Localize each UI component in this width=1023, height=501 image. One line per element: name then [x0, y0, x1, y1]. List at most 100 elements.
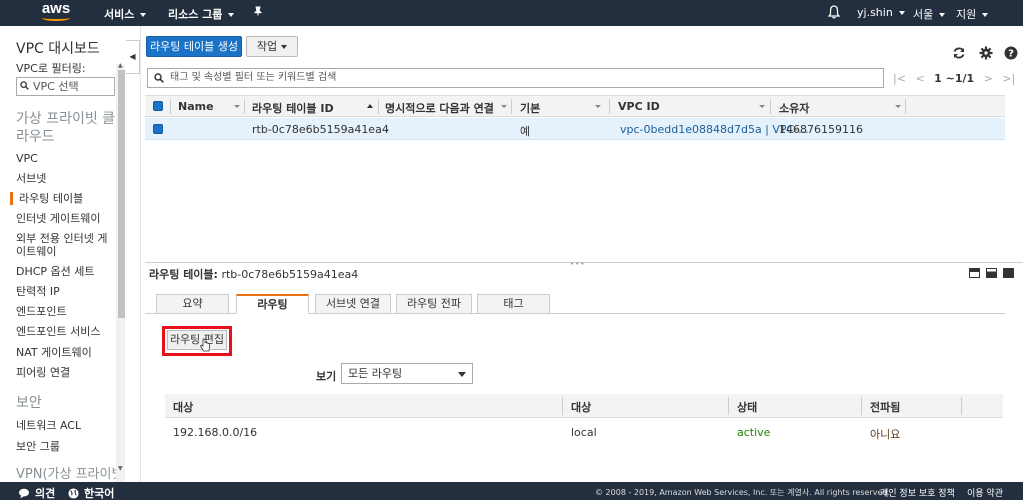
- user-menu[interactable]: yj.shin: [857, 6, 905, 19]
- detail-title: 라우팅 테이블: rtb-0c78e6b5159a41ea4: [149, 268, 359, 281]
- gear-icon[interactable]: [979, 46, 993, 60]
- privacy-policy-link[interactable]: 개인 정보 보호 정책: [880, 486, 955, 499]
- vpc-filter-select[interactable]: VPC 선택: [16, 77, 115, 96]
- edit-routes-button[interactable]: 라우팅 편집: [167, 330, 227, 350]
- pin-icon[interactable]: [253, 5, 263, 18]
- column-header-explicit-association[interactable]: 명시적으로 다음과 연결: [385, 100, 494, 116]
- sidebar-item-network-acl[interactable]: 네트워크 ACL: [16, 419, 116, 432]
- first-page-icon[interactable]: |<: [893, 72, 906, 85]
- sidebar-item-egress-only-gateway[interactable]: 외부 전용 인터넷 게이트웨이: [16, 232, 116, 258]
- sidebar-title[interactable]: VPC 대시보드: [16, 38, 100, 58]
- filter-search-input[interactable]: 태그 및 속성별 필터 또는 키워드별 검색: [147, 68, 884, 88]
- column-header-route-table-id[interactable]: 라우팅 테이블 ID: [252, 100, 334, 116]
- sidebar-item-route-tables[interactable]: 라우팅 테이블: [10, 192, 110, 205]
- search-icon: [154, 73, 164, 83]
- column-header-vpc-id[interactable]: VPC ID: [618, 100, 660, 113]
- page-range: 1 ~1/1: [934, 72, 975, 85]
- table-header: Name 라우팅 테이블 ID 명시적으로 다음과 연결 기본 VPC ID 소…: [145, 95, 1005, 117]
- aws-smile-icon: [42, 15, 70, 21]
- top-navigation: aws 서비스 리소스 그룹 yj.shin 서울 지원: [0, 0, 1023, 26]
- column-header-destination: 대상: [173, 401, 194, 414]
- sidebar-item-subnets[interactable]: 서브넷: [16, 172, 116, 185]
- aws-logo[interactable]: aws: [38, 1, 74, 24]
- vpc-filter-label: VPC로 필터링:: [16, 62, 86, 75]
- terms-link[interactable]: 이용 약관: [967, 486, 1003, 499]
- region-menu[interactable]: 서울: [913, 6, 946, 22]
- view-label: 보기: [316, 370, 337, 383]
- actions-button[interactable]: 작업: [246, 36, 298, 57]
- create-route-table-button[interactable]: 라우팅 테이블 생성: [146, 36, 242, 57]
- resource-groups-menu[interactable]: 리소스 그룹: [168, 6, 235, 22]
- services-menu[interactable]: 서비스: [104, 6, 147, 22]
- splitter-grip-icon[interactable]: •••: [570, 260, 585, 268]
- sidebar-scroll-thumb[interactable]: [118, 70, 125, 318]
- help-icon[interactable]: ?: [1004, 46, 1018, 60]
- sort-caret-icon[interactable]: [595, 105, 601, 108]
- sidebar-item-security-groups[interactable]: 보안 그룹: [16, 440, 116, 453]
- bell-icon[interactable]: [828, 5, 840, 19]
- layout-split-icon[interactable]: [986, 268, 997, 278]
- column-separator: [170, 99, 171, 114]
- routes-table-header: 대상 대상 상태 전파됨: [165, 394, 1003, 418]
- sidebar-item-dhcp-options[interactable]: DHCP 옵션 세트: [16, 265, 116, 278]
- chevron-down-icon: [898, 11, 905, 15]
- view-select[interactable]: 모든 라우팅: [341, 363, 473, 384]
- refresh-icon[interactable]: [952, 46, 966, 60]
- support-menu[interactable]: 지원: [956, 6, 989, 22]
- route-destination: 192.168.0.0/16: [173, 426, 258, 439]
- column-header-target: 대상: [571, 401, 592, 414]
- route-target: local: [571, 426, 597, 439]
- chevron-down-icon: [982, 13, 989, 17]
- chevron-down-icon: [458, 372, 466, 377]
- sidebar-item-elastic-ip[interactable]: 탄력적 IP: [16, 285, 116, 298]
- tab-routes[interactable]: 라우팅: [236, 294, 309, 314]
- sort-ascending-icon[interactable]: [367, 104, 373, 108]
- tab-summary[interactable]: 요약: [156, 294, 229, 314]
- sidebar-group-virtual-cloud: 가상 프라이빗 클라우드: [16, 111, 116, 145]
- column-separator: [511, 99, 512, 114]
- column-header-name[interactable]: Name: [178, 100, 214, 113]
- column-separator: [378, 99, 379, 114]
- column-header-propagated: 전파됨: [870, 401, 901, 414]
- scroll-up-icon[interactable]: ▲: [118, 62, 123, 69]
- sidebar-item-internet-gateway[interactable]: 인터넷 게이트웨이: [16, 212, 116, 225]
- layout-full-icon[interactable]: [1003, 268, 1014, 278]
- sort-caret-icon[interactable]: [759, 105, 765, 108]
- scroll-down-icon[interactable]: ▼: [118, 465, 123, 472]
- chevron-down-icon: [281, 45, 288, 49]
- sidebar-item-vpc[interactable]: VPC: [16, 152, 116, 165]
- chevron-down-icon: [228, 13, 235, 17]
- next-page-icon[interactable]: >: [984, 72, 993, 85]
- chevron-down-icon: [140, 13, 147, 17]
- hand-cursor-icon: [199, 338, 210, 352]
- divider: [140, 26, 141, 482]
- sort-caret-icon[interactable]: [501, 105, 507, 108]
- tab-tags[interactable]: 태그: [477, 294, 550, 314]
- column-separator: [905, 99, 906, 114]
- cell-main: 예: [520, 125, 531, 138]
- column-separator: [861, 397, 862, 415]
- tab-subnet-associations[interactable]: 서브넷 연결: [315, 294, 391, 314]
- tab-route-propagation[interactable]: 라우팅 전파: [396, 294, 472, 314]
- layout-top-icon[interactable]: [969, 268, 980, 278]
- collapse-sidebar-button[interactable]: ◀: [126, 40, 140, 74]
- sidebar-item-endpoints[interactable]: 엔드포인트: [16, 305, 116, 318]
- column-header-owner[interactable]: 소유자: [779, 100, 809, 116]
- language-selector[interactable]: 한국어: [68, 485, 114, 501]
- table-row[interactable]: rtb-0c78e6b5159a41ea4 - 예 vpc-0bedd1e088…: [145, 118, 1005, 140]
- column-header-main[interactable]: 기본: [520, 100, 540, 116]
- row-checkbox[interactable]: [153, 124, 163, 134]
- sort-caret-icon[interactable]: [234, 105, 240, 108]
- column-separator: [770, 99, 771, 114]
- sidebar-item-peering[interactable]: 피어링 연결: [16, 366, 116, 379]
- last-page-icon[interactable]: >|: [1002, 72, 1015, 85]
- route-propagated: 아니요: [870, 428, 901, 441]
- select-all-checkbox[interactable]: [153, 101, 163, 111]
- copyright-text: © 2008 - 2019, Amazon Web Services, Inc.…: [595, 488, 891, 497]
- sort-caret-icon[interactable]: [895, 105, 901, 108]
- footer: 의견 한국어 © 2008 - 2019, Amazon Web Service…: [0, 482, 1023, 500]
- feedback-link[interactable]: 의견: [18, 485, 55, 501]
- sidebar-item-nat-gateway[interactable]: NAT 게이트웨이: [16, 346, 116, 359]
- prev-page-icon[interactable]: <: [915, 72, 924, 85]
- sidebar-item-endpoint-services[interactable]: 엔드포인트 서비스: [16, 325, 116, 338]
